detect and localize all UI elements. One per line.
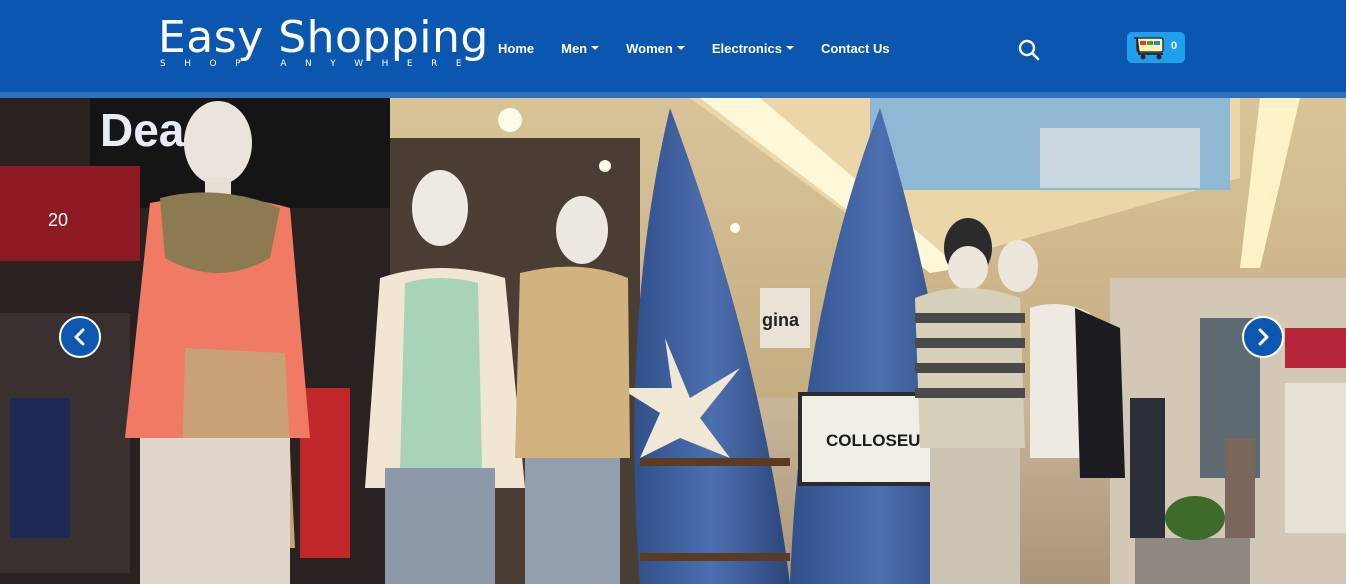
brand-tagline: SHOP ANYWHERE [160,59,481,69]
brand-name: Easy Shopping [158,12,489,63]
chevron-right-icon [1258,328,1269,346]
nav-item-label: Men [561,40,588,56]
caret-down-icon [785,46,794,50]
caret-down-icon [591,46,600,50]
cart-count: 0 [1171,40,1178,52]
carousel-prev-button[interactable] [59,316,101,358]
nav-item-home[interactable]: Home [498,38,534,58]
cart-button[interactable]: 0 [1127,32,1185,63]
nav-item-label: Women [626,40,673,56]
nav-item-men[interactable]: Men [561,38,600,58]
chevron-left-icon [74,328,85,346]
search-button[interactable] [1017,38,1041,62]
hero-carousel: Dea al 20 gina COLLOSEUM [0,98,1346,584]
caret-down-icon [676,46,685,50]
nav-item-electronics[interactable]: Electronics [712,38,794,58]
search-icon [1018,39,1040,61]
top-navbar: Easy Shopping SHOP ANYWHERE Home Men Wom… [0,0,1346,92]
brand-logo[interactable]: Easy Shopping SHOP ANYWHERE [158,12,489,72]
nav-item-contact[interactable]: Contact Us [821,38,890,58]
nav-item-label: Electronics [711,40,782,56]
colloseum-sign: COLLOSEUM [826,431,935,450]
cart-icon [1134,37,1164,60]
nav-item-label: Contact Us [820,40,890,56]
main-menu: Home Men Women Electronics Contact Us [498,38,917,58]
hero-image: Dea al 20 gina COLLOSEUM [0,98,1346,584]
store-sign-2: gina [762,310,800,330]
carousel-next-button[interactable] [1242,316,1284,358]
nav-item-label: Home [498,40,535,56]
price-tag: 20 [48,210,68,230]
nav-item-women[interactable]: Women [626,38,685,58]
